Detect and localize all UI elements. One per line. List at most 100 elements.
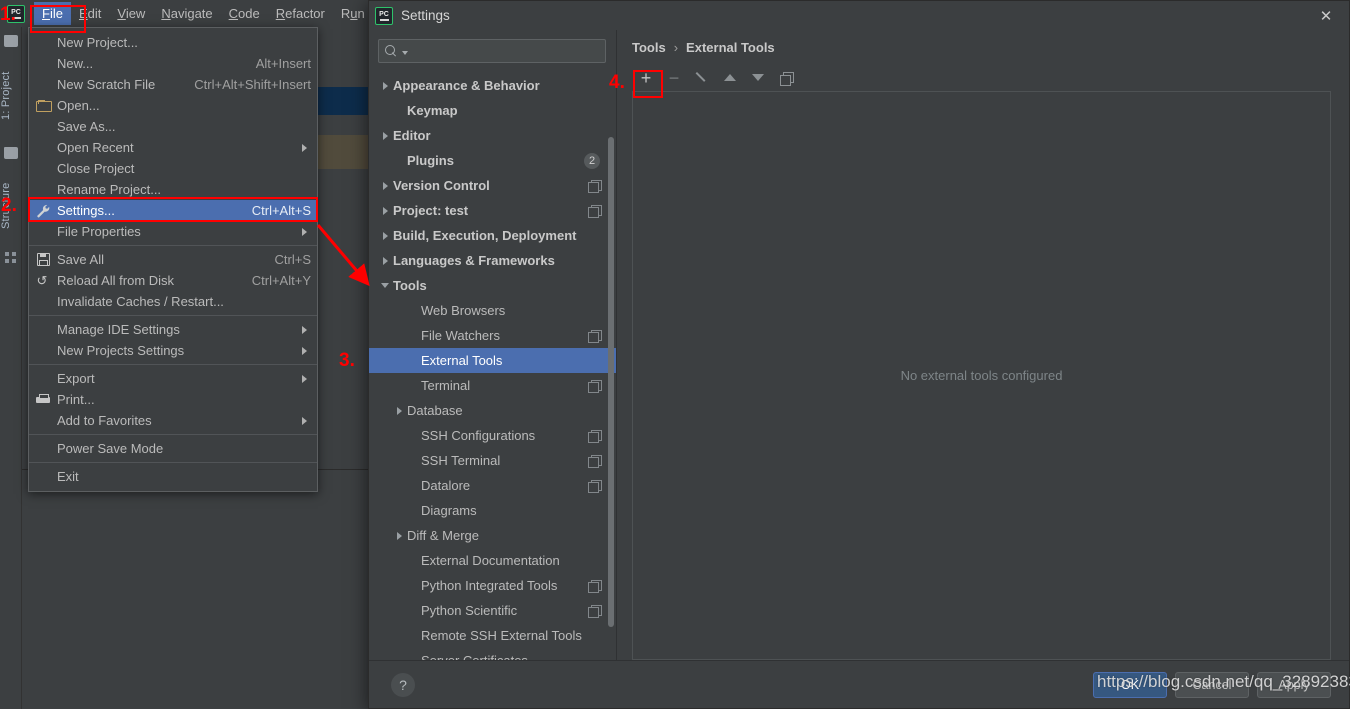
tree-item-editor[interactable]: Editor bbox=[369, 123, 616, 148]
empty-state-text: No external tools configured bbox=[900, 368, 1063, 383]
rail-item-project[interactable]: 1: Project bbox=[0, 55, 22, 137]
edit-tool-button[interactable] bbox=[688, 65, 716, 91]
submenu-arrow-icon bbox=[297, 347, 311, 355]
tree-item-python-integrated-tools[interactable]: Python Integrated Tools bbox=[369, 573, 616, 598]
menu-separator bbox=[29, 245, 317, 246]
file-menu-item-save-all[interactable]: Save All Ctrl+S bbox=[29, 249, 317, 270]
tree-item-diagrams[interactable]: Diagrams bbox=[369, 498, 616, 523]
settings-tree[interactable]: Appearance & Behavior Keymap Editor Plugins… bbox=[369, 73, 616, 660]
file-menu-item-exit[interactable]: Exit bbox=[29, 466, 317, 487]
file-menu-item-open-recent[interactable]: Open Recent bbox=[29, 137, 317, 158]
menu-code[interactable]: Code bbox=[221, 2, 268, 25]
file-menu-item-rename-project[interactable]: Rename Project... bbox=[29, 179, 317, 200]
tree-item-label: External Tools bbox=[421, 353, 503, 368]
move-down-button[interactable] bbox=[744, 65, 772, 91]
file-menu-item-manage-ide-settings[interactable]: Manage IDE Settings bbox=[29, 319, 317, 340]
tree-item-label: File Watchers bbox=[421, 328, 500, 343]
file-menu-item-settings[interactable]: Settings... Ctrl+Alt+S bbox=[29, 200, 317, 221]
tree-item-ssh-configurations[interactable]: SSH Configurations bbox=[369, 423, 616, 448]
tree-item-plugins[interactable]: Plugins 2 bbox=[369, 148, 616, 173]
tree-item-tools[interactable]: Tools bbox=[369, 273, 616, 298]
file-menu-item-shortcut: Ctrl+Alt+Shift+Insert bbox=[194, 77, 311, 92]
file-menu-item-label: Power Save Mode bbox=[57, 441, 164, 456]
tree-item-languages-frameworks[interactable]: Languages & Frameworks bbox=[369, 248, 616, 273]
tree-item-file-watchers[interactable]: File Watchers bbox=[369, 323, 616, 348]
external-tools-list[interactable]: No external tools configured bbox=[632, 92, 1331, 660]
chevron-right-icon[interactable] bbox=[377, 182, 393, 190]
search-input[interactable] bbox=[408, 43, 599, 59]
menu-file[interactable]: File bbox=[34, 2, 71, 25]
tree-item-appearance-behavior[interactable]: Appearance & Behavior bbox=[369, 73, 616, 98]
file-menu-item-invalidate-caches-restart[interactable]: Invalidate Caches / Restart... bbox=[29, 291, 317, 312]
panel-splitter[interactable] bbox=[616, 30, 617, 660]
chevron-right-icon[interactable] bbox=[377, 82, 393, 90]
chevron-right-icon[interactable] bbox=[377, 132, 393, 140]
tree-item-terminal[interactable]: Terminal bbox=[369, 373, 616, 398]
file-menu-item-file-properties[interactable]: File Properties bbox=[29, 221, 317, 242]
menu-view[interactable]: View bbox=[109, 2, 153, 25]
chevron-right-icon[interactable] bbox=[391, 407, 407, 415]
tree-item-version-control[interactable]: Version Control bbox=[369, 173, 616, 198]
tree-item-external-documentation[interactable]: External Documentation bbox=[369, 548, 616, 573]
file-menu-item-label: Manage IDE Settings bbox=[57, 322, 180, 337]
file-menu-item-print[interactable]: Print... bbox=[29, 389, 317, 410]
tree-item-build-execution-deployment[interactable]: Build, Execution, Deployment bbox=[369, 223, 616, 248]
copy-tool-button[interactable] bbox=[772, 65, 800, 91]
print-icon bbox=[29, 393, 57, 406]
breadcrumb: Tools › External Tools bbox=[616, 30, 1349, 64]
file-menu-item-open[interactable]: Open... bbox=[29, 95, 317, 116]
file-menu-item-new-scratch-file[interactable]: New Scratch File Ctrl+Alt+Shift+Insert bbox=[29, 74, 317, 95]
settings-tree-scroll[interactable]: Appearance & Behavior Keymap Editor Plugins… bbox=[369, 71, 616, 660]
file-menu-item-new-project[interactable]: New Project... bbox=[29, 32, 317, 53]
menu-navigate[interactable]: Navigate bbox=[153, 2, 220, 25]
file-menu-item-new-projects-settings[interactable]: New Projects Settings bbox=[29, 340, 317, 361]
ide-lower-rail bbox=[0, 469, 22, 709]
tree-item-keymap[interactable]: Keymap bbox=[369, 98, 616, 123]
tree-item-remote-ssh-external-tools[interactable]: Remote SSH External Tools bbox=[369, 623, 616, 648]
close-icon[interactable]: ✕ bbox=[1303, 1, 1349, 30]
tree-item-server-certificates[interactable]: Server Certificates bbox=[369, 648, 616, 660]
tree-item-label: Web Browsers bbox=[421, 303, 506, 318]
move-up-button[interactable] bbox=[716, 65, 744, 91]
tree-item-label: Editor bbox=[393, 128, 431, 143]
tree-item-project-test[interactable]: Project: test bbox=[369, 198, 616, 223]
tree-item-web-browsers[interactable]: Web Browsers bbox=[369, 298, 616, 323]
chevron-right-icon[interactable] bbox=[377, 207, 393, 215]
file-menu-item-close-project[interactable]: Close Project bbox=[29, 158, 317, 179]
project-scope-icon bbox=[588, 579, 602, 593]
tree-item-diff-merge[interactable]: Diff & Merge bbox=[369, 523, 616, 548]
file-menu-item-new[interactable]: New... Alt+Insert bbox=[29, 53, 317, 74]
help-button[interactable]: ? bbox=[391, 672, 415, 697]
tree-item-external-tools[interactable]: External Tools bbox=[369, 348, 616, 373]
file-menu-item-export[interactable]: Export bbox=[29, 368, 317, 389]
tree-item-datalore[interactable]: Datalore bbox=[369, 473, 616, 498]
tree-item-label: Remote SSH External Tools bbox=[421, 628, 582, 643]
search-box[interactable] bbox=[378, 39, 606, 63]
menu-run[interactable]: Run bbox=[333, 2, 373, 25]
file-menu-popup[interactable]: New Project... New... Alt+Insert New Scratc… bbox=[28, 27, 318, 492]
file-menu-item-label: Add to Favorites bbox=[57, 413, 152, 428]
chevron-right-icon[interactable] bbox=[391, 532, 407, 540]
file-menu-item-reload-all-from-disk[interactable]: ↺ Reload All from Disk Ctrl+Alt+Y bbox=[29, 270, 317, 291]
file-menu-item-power-save-mode[interactable]: Power Save Mode bbox=[29, 438, 317, 459]
tree-item-label: External Documentation bbox=[421, 553, 560, 568]
project-scope-icon bbox=[588, 179, 602, 193]
breadcrumb-parent[interactable]: Tools bbox=[632, 40, 666, 55]
file-menu-item-label: New Project... bbox=[57, 35, 138, 50]
menu-refactor[interactable]: Refactor bbox=[268, 2, 333, 25]
menu-edit[interactable]: Edit bbox=[71, 2, 109, 25]
tree-item-ssh-terminal[interactable]: SSH Terminal bbox=[369, 448, 616, 473]
tree-scrollbar-thumb[interactable] bbox=[608, 137, 614, 627]
tree-item-database[interactable]: Database bbox=[369, 398, 616, 423]
file-menu-item-add-to-favorites[interactable]: Add to Favorites bbox=[29, 410, 317, 431]
search-icon bbox=[385, 44, 398, 58]
file-menu-item-label: New... bbox=[57, 56, 94, 71]
add-tool-button[interactable]: + bbox=[632, 65, 660, 91]
menu-separator bbox=[29, 462, 317, 463]
remove-tool-button[interactable]: − bbox=[660, 65, 688, 91]
tree-item-label: Plugins bbox=[407, 153, 454, 168]
file-menu-item-save-as[interactable]: Save As... bbox=[29, 116, 317, 137]
tree-item-python-scientific[interactable]: Python Scientific bbox=[369, 598, 616, 623]
file-menu-item-label: File Properties bbox=[57, 224, 141, 239]
tree-scrollbar[interactable] bbox=[608, 137, 614, 627]
